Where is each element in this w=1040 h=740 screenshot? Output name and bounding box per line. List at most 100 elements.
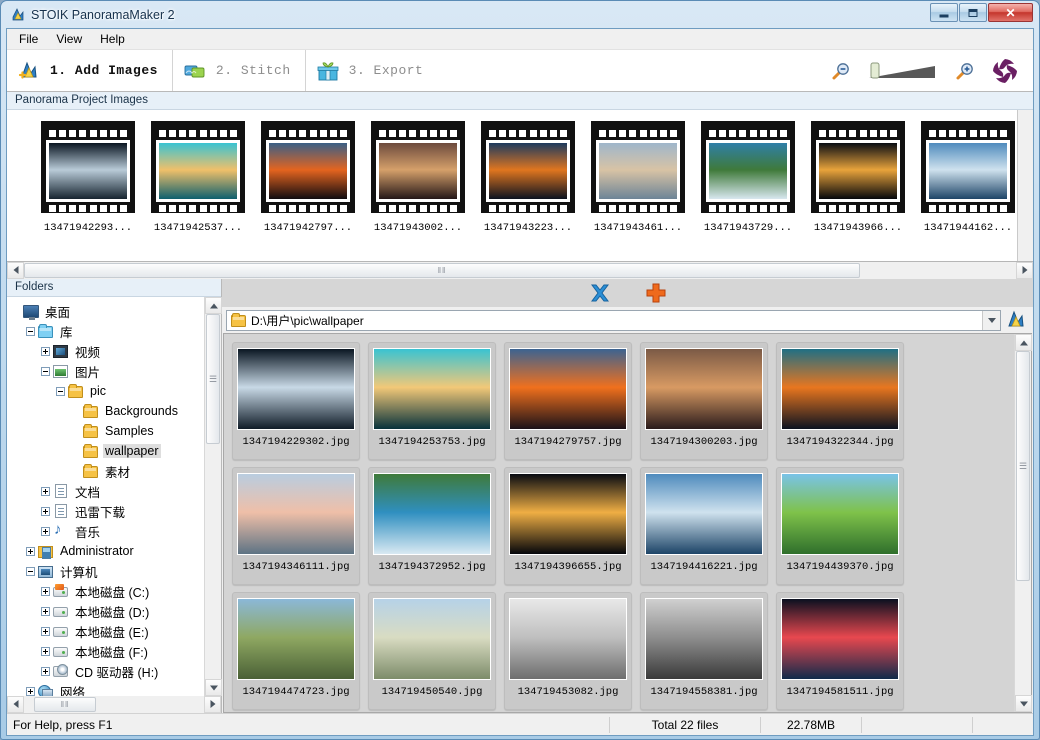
filmstrip-item[interactable]: 13471943966... — [803, 121, 913, 234]
tree-node[interactable]: 本地磁盘 (F:) — [11, 641, 204, 661]
tree-node[interactable]: 视频 — [11, 341, 204, 361]
zoom-out-icon[interactable] — [831, 61, 851, 81]
tree-node[interactable]: 本地磁盘 (E:) — [11, 621, 204, 641]
file-tile[interactable]: 1347194372952.jpg — [368, 467, 496, 585]
collapse-icon[interactable] — [41, 366, 50, 376]
step-stitch[interactable]: 2. Stitch — [171, 50, 305, 91]
film-perforations — [705, 130, 791, 137]
step-export[interactable]: 3. Export — [304, 50, 438, 91]
filmstrip-item[interactable]: 13471943002... — [363, 121, 473, 234]
filmstrip-scroll-thumb[interactable]: ‖‖ — [24, 262, 860, 278]
file-tile[interactable]: 1347194300203.jpg — [640, 342, 768, 460]
tree-scroll-up-arrow[interactable] — [205, 297, 222, 314]
collapse-icon[interactable] — [56, 386, 65, 396]
tree-hscroll-right-arrow[interactable] — [204, 695, 221, 713]
blue-x-remove-icon[interactable] — [587, 281, 613, 305]
file-tile[interactable]: 1347194439370.jpg — [776, 467, 904, 585]
expand-icon[interactable] — [41, 626, 50, 636]
file-tile[interactable]: 1347194322344.jpg — [776, 342, 904, 460]
expand-icon[interactable] — [41, 586, 50, 596]
file-tile[interactable]: 1347194558381.jpg — [640, 592, 768, 710]
grid-scroll-down-arrow[interactable] — [1015, 695, 1032, 712]
collapse-icon[interactable] — [26, 326, 35, 336]
tree-node[interactable]: Administrator — [11, 541, 204, 561]
filmstrip-item[interactable]: 13471942537... — [143, 121, 253, 234]
filmstrip-hscrollbar[interactable]: ‖‖ — [7, 261, 1033, 279]
zoom-in-icon[interactable] — [955, 61, 975, 81]
tree-node[interactable]: Samples — [11, 421, 204, 441]
tree-scroll-thumb[interactable]: ☰ — [206, 314, 220, 444]
tree-node[interactable]: 图片 — [11, 361, 204, 381]
tree-node[interactable]: 本地磁盘 (C:) — [11, 581, 204, 601]
tree-scroll-down-arrow[interactable] — [205, 679, 222, 696]
file-grid-vscrollbar[interactable]: ☰ — [1014, 334, 1032, 712]
filmstrip-item[interactable]: 13471942797... — [253, 121, 363, 234]
tree-hscroll-left-arrow[interactable] — [7, 695, 24, 713]
file-tile[interactable]: 134719450540.jpg — [368, 592, 496, 710]
expand-icon[interactable] — [41, 666, 50, 676]
tree-node[interactable]: 计算机 — [11, 561, 204, 581]
grid-scroll-up-arrow[interactable] — [1015, 334, 1032, 351]
tree-node[interactable]: pic — [11, 381, 204, 401]
menu-view[interactable]: View — [47, 29, 91, 49]
file-tile[interactable]: 1347194416221.jpg — [640, 467, 768, 585]
file-tile[interactable]: 1347194229302.jpg — [232, 342, 360, 460]
tree-node[interactable]: Backgrounds — [11, 401, 204, 421]
expand-icon[interactable] — [26, 686, 35, 696]
file-tile[interactable]: 1347194346111.jpg — [232, 467, 360, 585]
tree-node[interactable]: 迅雷下载 — [11, 501, 204, 521]
folder-tree-vscrollbar[interactable]: ☰ — [204, 297, 222, 696]
tree-node[interactable]: 桌面 — [11, 301, 204, 321]
filmstrip-scroll-track[interactable]: ‖‖ — [24, 261, 1016, 279]
expand-icon[interactable] — [41, 526, 50, 536]
expand-icon[interactable] — [41, 606, 50, 616]
collapse-icon[interactable] — [26, 566, 35, 576]
zoom-slider[interactable] — [867, 60, 939, 82]
menu-file[interactable]: File — [10, 29, 47, 49]
filmstrip-item[interactable]: 13471942293... — [33, 121, 143, 234]
path-combobox[interactable]: D:\用户\pic\wallpaper — [226, 309, 1001, 331]
close-button[interactable]: ✕ — [988, 3, 1033, 22]
file-tile[interactable]: 1347194581511.jpg — [776, 592, 904, 710]
expand-icon[interactable] — [41, 346, 50, 356]
orange-plus-add-icon[interactable] — [643, 281, 669, 305]
menu-help[interactable]: Help — [91, 29, 134, 49]
file-browser-pane: D:\用户\pic\wallpaper 1347194229302.jpg 134… — [222, 279, 1033, 713]
tree-node[interactable]: 音乐 — [11, 521, 204, 541]
maximize-button[interactable] — [959, 3, 987, 22]
expand-icon[interactable] — [26, 546, 35, 556]
folder-tree-hscrollbar[interactable]: ‖‖ — [7, 695, 221, 713]
tree-node[interactable]: 素材 — [11, 461, 204, 481]
filmstrip-item[interactable]: 13471943461... — [583, 121, 693, 234]
tree-node[interactable]: 库 — [11, 321, 204, 341]
tree-node[interactable]: CD 驱动器 (H:) — [11, 661, 204, 681]
tree-hscroll-track[interactable]: ‖‖ — [24, 695, 204, 713]
expand-icon[interactable] — [41, 486, 50, 496]
minimize-button[interactable] — [930, 3, 958, 22]
chevron-down-icon[interactable] — [982, 310, 1000, 330]
tree-node[interactable]: 本地磁盘 (D:) — [11, 601, 204, 621]
grid-scroll-thumb[interactable]: ☰ — [1016, 351, 1030, 581]
grid-scroll-track[interactable]: ☰ — [1015, 351, 1031, 695]
tree-scroll-track[interactable]: ☰ — [205, 314, 221, 679]
file-tile[interactable]: 1347194253753.jpg — [368, 342, 496, 460]
expand-icon[interactable] — [41, 646, 50, 656]
scroll-right-arrow[interactable] — [1016, 261, 1033, 279]
filmstrip-item[interactable]: 13471943223... — [473, 121, 583, 234]
tree-node[interactable]: wallpaper — [11, 441, 204, 461]
file-tile[interactable]: 1347194396655.jpg — [504, 467, 632, 585]
tree-node-label: 视频 — [75, 345, 101, 360]
filmstrip-item[interactable]: 13471944162... — [913, 121, 1023, 234]
scroll-left-arrow[interactable] — [7, 261, 24, 279]
tree-hscroll-thumb[interactable]: ‖‖ — [34, 696, 96, 712]
step-add-images[interactable]: 1. Add Images — [7, 50, 172, 91]
file-tile[interactable]: 134719453082.jpg — [504, 592, 632, 710]
file-tile[interactable]: 1347194474723.jpg — [232, 592, 360, 710]
file-tile[interactable]: 1347194279757.jpg — [504, 342, 632, 460]
tree-node[interactable]: 网络 — [11, 681, 204, 696]
tree-node[interactable]: 文档 — [11, 481, 204, 501]
stoik-swirl-logo[interactable] — [991, 57, 1019, 85]
expand-icon[interactable] — [41, 506, 50, 516]
filmstrip-item[interactable]: 13471943729... — [693, 121, 803, 234]
add-to-project-icon[interactable] — [1005, 309, 1029, 331]
